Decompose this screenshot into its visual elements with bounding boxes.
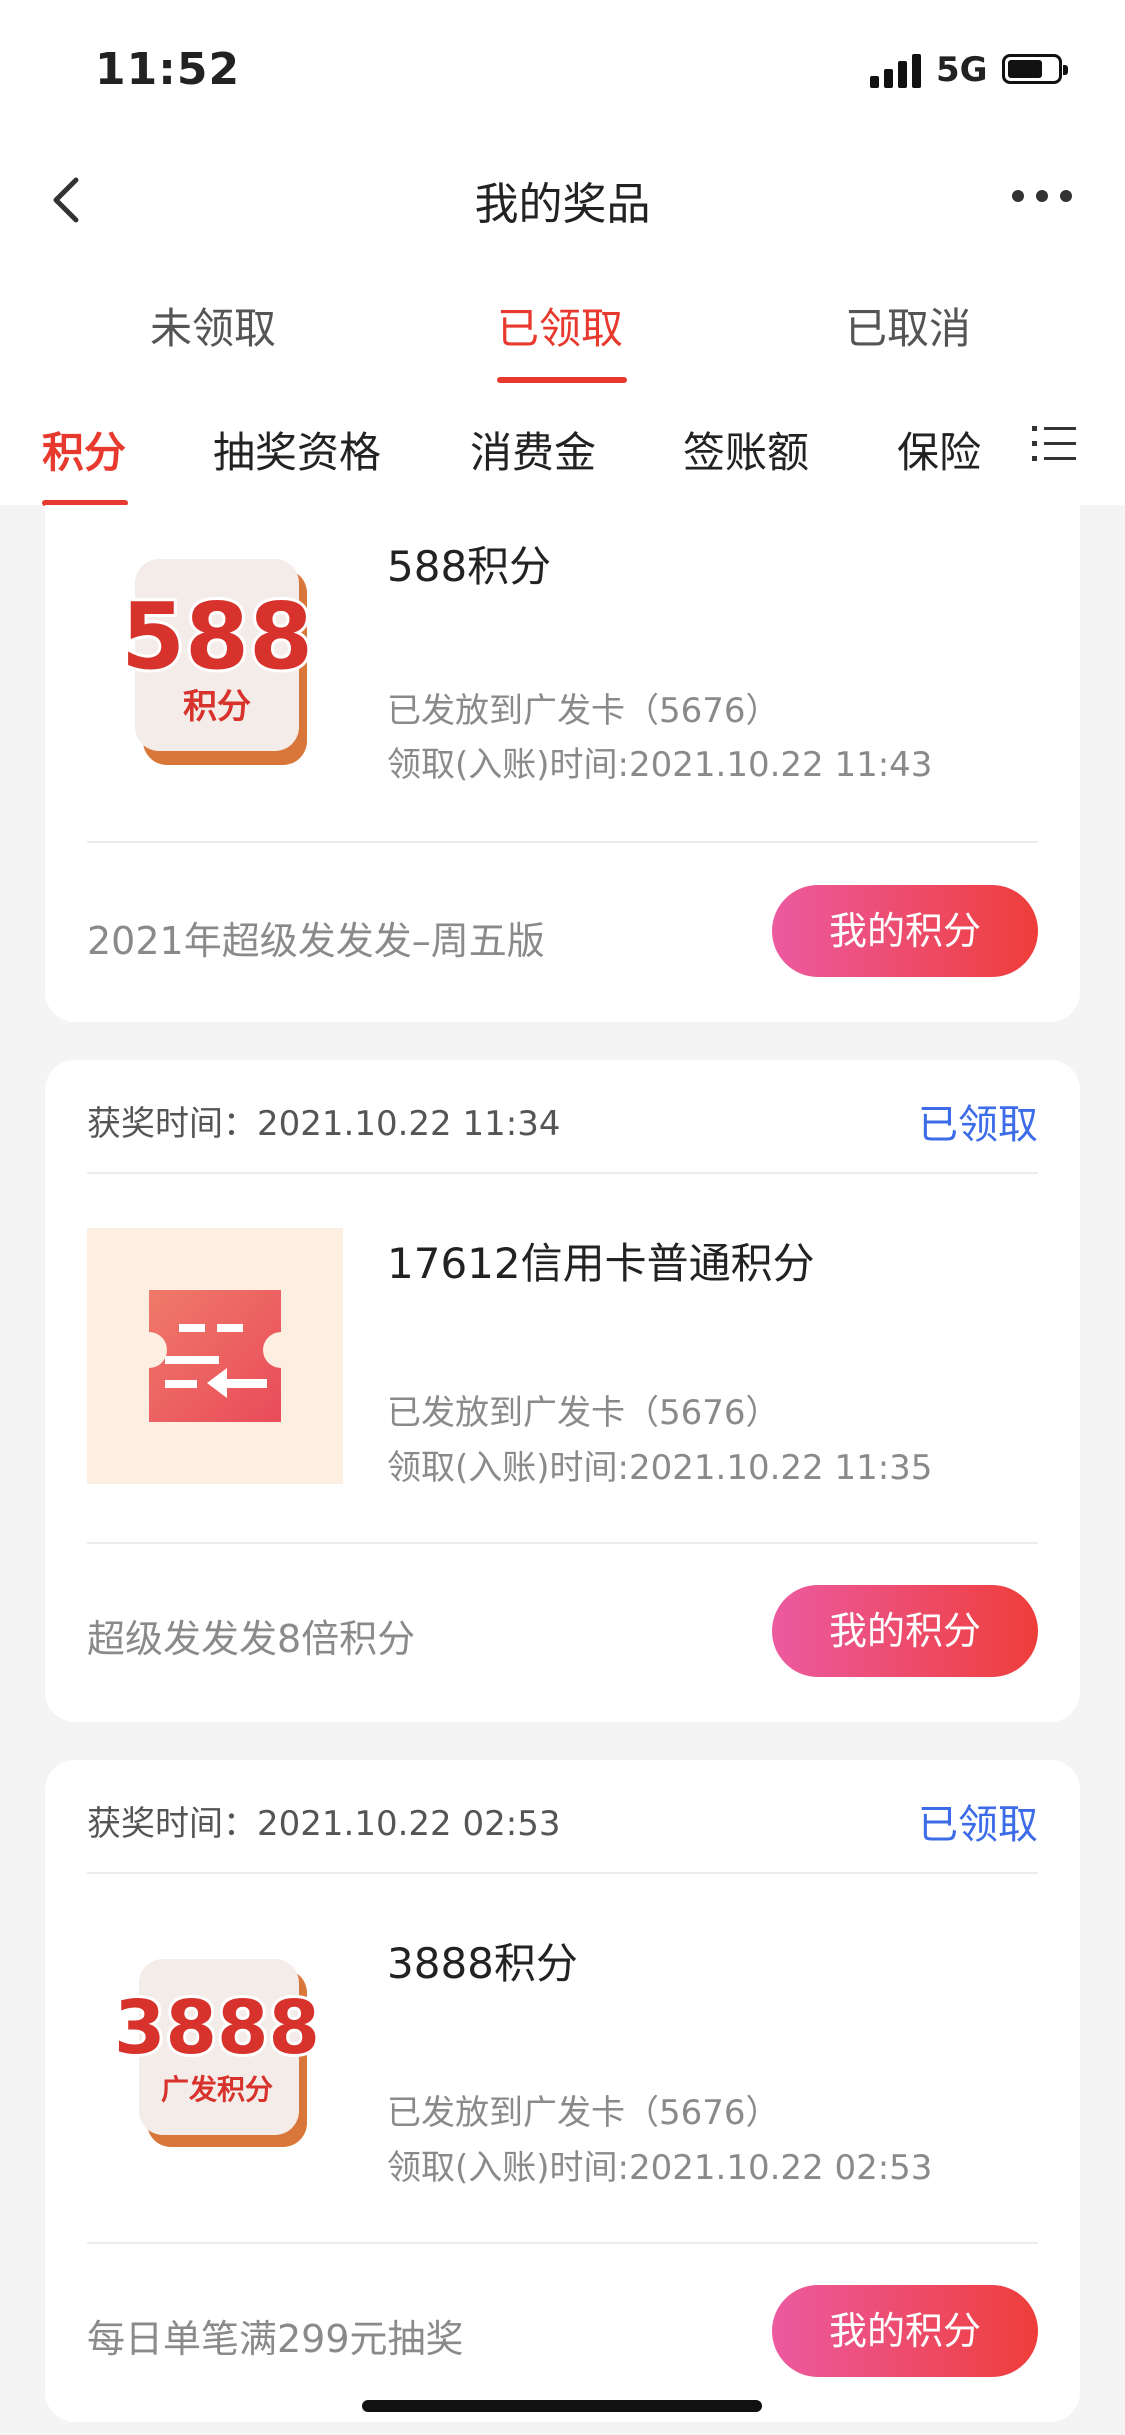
divider xyxy=(87,841,1038,843)
my-points-button[interactable]: 我的积分 xyxy=(772,1585,1038,1677)
prize-name: 3888积分 xyxy=(387,1939,578,1988)
points-transfer-image xyxy=(87,1228,343,1484)
tab-unclaimed[interactable]: 未领取 xyxy=(150,295,276,356)
points-3888-image: 3888 广发积分 xyxy=(87,1925,343,2181)
tab-cancelled[interactable]: 已取消 xyxy=(845,295,971,356)
tab-points[interactable]: 积分 xyxy=(42,419,126,480)
divider xyxy=(87,2242,1038,2244)
received-time: 领取(入账)时间:2021.10.22 11:43 xyxy=(387,745,933,785)
more-icon[interactable] xyxy=(1012,190,1092,210)
points-588-image: 588 积分 xyxy=(87,543,343,799)
activity-name: 2021年超级发发发–周五版 xyxy=(87,919,545,963)
card-header: 获奖时间：2021.10.22 11:34 已领取 xyxy=(87,1060,1038,1174)
tab-claimed[interactable]: 已领取 xyxy=(497,295,623,356)
battery-icon xyxy=(1002,54,1068,84)
network-label: 5G xyxy=(936,50,988,90)
status-tab-bar: 未领取 已领取 已取消 xyxy=(0,265,1125,395)
activity-name: 每日单笔满299元抽奖 xyxy=(87,2317,464,2361)
my-points-button[interactable]: 我的积分 xyxy=(772,885,1038,977)
tab-consumption-credit[interactable]: 消费金 xyxy=(470,419,596,480)
win-time: 获奖时间：2021.10.22 11:34 xyxy=(87,1104,561,1144)
svg-text:广发积分: 广发积分 xyxy=(161,2073,273,2106)
claim-status: 已领取 xyxy=(918,1802,1038,1848)
signal-icon xyxy=(870,52,924,88)
issued-to-card: 已发放到广发卡（5676） xyxy=(387,2093,780,2133)
prize-card: 获奖时间：2021.10.22 02:53 已领取 3888 广发积分 3888… xyxy=(45,1760,1080,2422)
issued-to-card: 已发放到广发卡（5676） xyxy=(387,1393,780,1433)
status-tab-indicator xyxy=(497,377,627,383)
nav-bar: 我的奖品 xyxy=(0,140,1125,265)
page-title: 我的奖品 xyxy=(474,179,651,230)
prize-name: 588积分 xyxy=(387,542,552,591)
tab-lottery[interactable]: 抽奖资格 xyxy=(213,419,381,480)
tab-charge-amount[interactable]: 签账额 xyxy=(683,419,809,480)
svg-text:588: 588 xyxy=(121,583,313,690)
category-tab-bar: 积分 抽奖资格 消费金 签账额 保险 xyxy=(0,395,1125,505)
list-menu-icon[interactable] xyxy=(1030,422,1078,466)
win-time: 获奖时间：2021.10.22 02:53 xyxy=(87,1804,561,1844)
received-time: 领取(入账)时间:2021.10.22 11:35 xyxy=(387,1448,933,1488)
received-time: 领取(入账)时间:2021.10.22 02:53 xyxy=(387,2148,933,2188)
issued-to-card: 已发放到广发卡（5676） xyxy=(387,691,780,731)
prize-name: 17612信用卡普通积分 xyxy=(387,1239,815,1288)
activity-name: 超级发发发8倍积分 xyxy=(87,1617,416,1661)
status-bar: 11:52 5G xyxy=(0,0,1125,140)
svg-text:3888: 3888 xyxy=(114,1985,320,2071)
divider xyxy=(87,1542,1038,1544)
my-points-button[interactable]: 我的积分 xyxy=(772,2285,1038,2377)
claim-status: 已领取 xyxy=(918,1102,1038,1148)
tab-insurance[interactable]: 保险 xyxy=(897,419,981,480)
prize-card: 获奖时间：2021.10.22 11:34 已领取 17612信用卡普通积分 已… xyxy=(45,1060,1080,1722)
home-indicator[interactable] xyxy=(362,2400,762,2412)
card-header: 获奖时间：2021.10.22 02:53 已领取 xyxy=(87,1760,1038,1874)
prize-card: 588 积分 588积分 已发放到广发卡（5676） 领取(入账)时间:2021… xyxy=(45,505,1080,1022)
status-time: 11:52 xyxy=(95,44,241,95)
svg-text:积分: 积分 xyxy=(183,687,251,727)
